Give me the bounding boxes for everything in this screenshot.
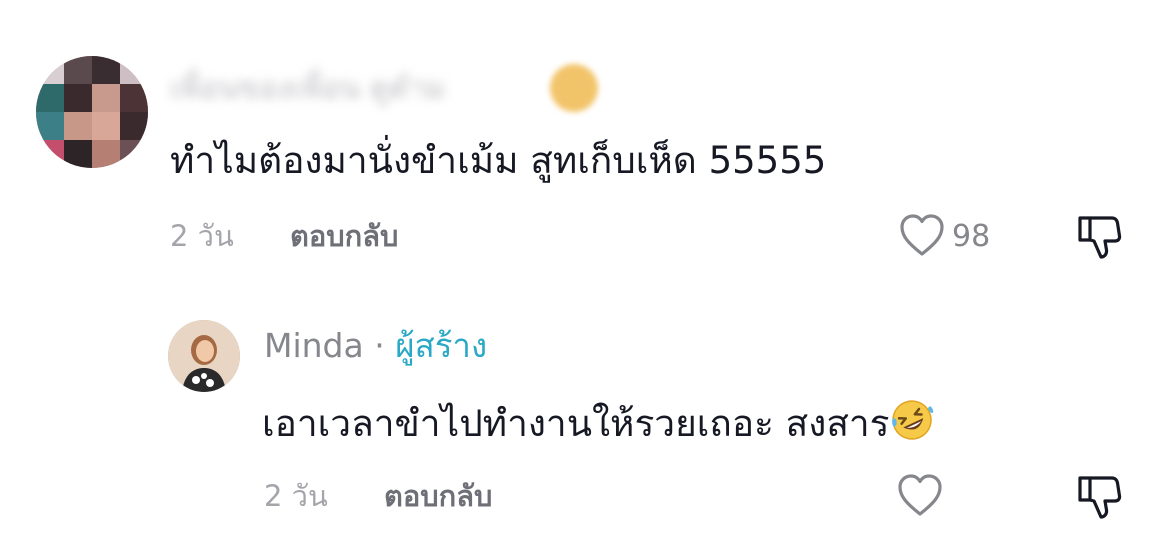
badge-icon bbox=[550, 64, 598, 112]
rolling-on-floor-laughing-icon bbox=[890, 398, 934, 442]
reply-header: Minda · ผู้สร้าง bbox=[264, 326, 487, 366]
separator-dot: · bbox=[374, 326, 385, 365]
reply-time: 2 วัน bbox=[264, 479, 328, 513]
comment-text: ทำไมต้องมานั่งขำเม้ม สูทเก็บเห็ด 55555 bbox=[170, 139, 827, 182]
like-button[interactable]: 98 bbox=[898, 212, 990, 262]
avatar[interactable] bbox=[168, 320, 240, 392]
reply-button[interactable]: ตอบกลับ bbox=[384, 478, 492, 514]
thumbs-down-icon[interactable] bbox=[1074, 212, 1124, 266]
creator-badge: ผู้สร้าง bbox=[395, 326, 488, 365]
comments-panel: เพื่อนของเพื่อน ดูดำม ทำไมต้องมานั่งขำเม… bbox=[0, 0, 1169, 558]
reply-username[interactable]: Minda bbox=[264, 326, 364, 365]
like-count: 98 bbox=[952, 219, 991, 254]
reply-text-row: เอาเวลาขำไปทำงานให้รวยเถอะ สงสาร bbox=[262, 398, 934, 447]
avatar[interactable] bbox=[36, 56, 148, 168]
thumbs-down-icon[interactable] bbox=[1074, 472, 1124, 526]
reply-button[interactable]: ตอบกลับ bbox=[290, 218, 398, 254]
heart-outline-icon[interactable] bbox=[896, 472, 944, 522]
reply-text: เอาเวลาขำไปทำงานให้รวยเถอะ สงสาร bbox=[262, 402, 890, 445]
comment-username[interactable]: เพื่อนของเพื่อน ดูดำม bbox=[170, 72, 445, 106]
heart-outline-icon bbox=[898, 212, 946, 262]
comment-time: 2 วัน bbox=[170, 219, 234, 253]
